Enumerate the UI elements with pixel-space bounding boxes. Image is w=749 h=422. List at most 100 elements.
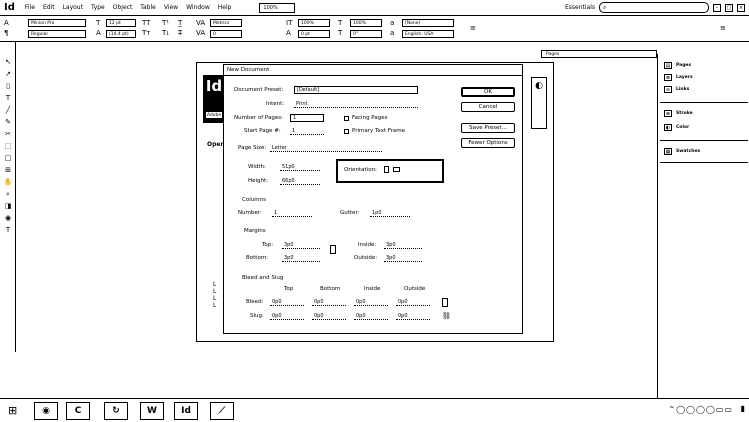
- slug-outside-field[interactable]: 0p0: [396, 312, 430, 320]
- subscript-icon[interactable]: T₁: [162, 29, 169, 37]
- tracking-field[interactable]: 0: [210, 30, 242, 38]
- apply-color-icon[interactable]: ◉: [3, 214, 13, 223]
- margin-inside-field[interactable]: 3p0: [384, 241, 422, 249]
- margin-top-field[interactable]: 3p0: [282, 241, 320, 249]
- formatting-text-icon[interactable]: T: [3, 226, 13, 235]
- bleed-top-field[interactable]: 0p0: [270, 298, 304, 306]
- landscape-orientation-icon[interactable]: [393, 167, 400, 172]
- paragraph-align-icon[interactable]: ≡: [470, 24, 476, 32]
- page-size-select[interactable]: Letter: [270, 144, 382, 152]
- free-transform-tool-icon[interactable]: ⊞: [3, 166, 13, 175]
- dialog-titlebar[interactable]: New Document: [224, 65, 522, 76]
- portrait-orientation-icon[interactable]: [384, 166, 389, 173]
- taskbar-app-indesign-icon[interactable]: Id: [174, 402, 198, 420]
- direct-selection-tool-icon[interactable]: ↗: [3, 70, 13, 79]
- minimize-button[interactable]: –: [713, 3, 721, 12]
- margin-outside-field[interactable]: 3p0: [384, 254, 422, 262]
- scissors-tool-icon[interactable]: ✂: [3, 130, 13, 139]
- bleed-bottom-field[interactable]: 0p0: [312, 298, 346, 306]
- pencil-tool-icon[interactable]: ✎: [3, 118, 13, 127]
- maximize-button[interactable]: □: [725, 3, 733, 12]
- menu-view[interactable]: View: [160, 4, 182, 11]
- slug-bottom-field[interactable]: 0p0: [312, 312, 346, 320]
- document-preset-select[interactable]: [Default]: [294, 86, 418, 94]
- menu-help[interactable]: Help: [214, 4, 236, 11]
- hand-tool-icon[interactable]: ✋: [3, 178, 13, 187]
- menu-file[interactable]: File: [21, 4, 39, 11]
- fewer-options-button[interactable]: Fewer Options: [461, 138, 515, 148]
- menu-object[interactable]: Object: [109, 4, 137, 11]
- selection-tool-icon[interactable]: ↖: [3, 58, 13, 67]
- horizontal-scale-field[interactable]: 100%: [350, 19, 382, 27]
- type-tool-icon[interactable]: T: [3, 94, 13, 103]
- facing-pages-checkbox[interactable]: [344, 116, 349, 121]
- show-desktop-icon[interactable]: ▮: [741, 404, 745, 413]
- kerning-field[interactable]: Metrics: [210, 19, 242, 27]
- taskbar-app-chrome-icon[interactable]: ◉: [34, 402, 58, 420]
- margin-link-chain-icon[interactable]: [330, 245, 336, 254]
- panel-menu-icon[interactable]: ≡: [720, 24, 726, 32]
- panel-item-links[interactable]: ∞ Links: [664, 86, 689, 93]
- slug-top-field[interactable]: 0p0: [270, 312, 304, 320]
- menu-type[interactable]: Type: [87, 4, 109, 11]
- menu-window[interactable]: Window: [182, 4, 214, 11]
- taskbar-app-refresh-icon[interactable]: ↻: [104, 402, 128, 420]
- zoom-level-field[interactable]: 100%: [259, 2, 296, 13]
- taskbar-app-misc-icon[interactable]: ⟋: [210, 402, 234, 420]
- search-input[interactable]: ⌕: [599, 2, 709, 13]
- zoom-tool-icon[interactable]: ⌕: [3, 190, 13, 199]
- font-family-select[interactable]: Minion Pro: [28, 19, 86, 27]
- baseline-shift-field[interactable]: 0 pt: [298, 30, 330, 38]
- rectangle-tool-icon[interactable]: □: [3, 154, 13, 163]
- panel-item-color[interactable]: ◐ Color: [664, 124, 689, 131]
- all-caps-icon[interactable]: TT: [142, 19, 150, 27]
- taskbar-app-ccleaner-icon[interactable]: C: [66, 402, 90, 420]
- font-style-select[interactable]: Regular: [28, 30, 86, 38]
- font-size-field[interactable]: 12 pt: [106, 19, 136, 27]
- save-preset-button[interactable]: Save Preset...: [461, 123, 515, 133]
- menu-table[interactable]: Table: [136, 4, 160, 11]
- margin-bottom-field[interactable]: 3p0: [282, 254, 320, 262]
- primary-text-frame-checkbox[interactable]: [344, 129, 349, 134]
- panel-item-layers[interactable]: ≋ Layers: [664, 74, 693, 81]
- fill-stroke-icon[interactable]: ◨: [3, 202, 13, 211]
- cancel-button[interactable]: Cancel: [461, 102, 515, 112]
- ok-button[interactable]: OK: [461, 87, 515, 97]
- page-tool-icon[interactable]: ▯: [3, 82, 13, 91]
- workspace-switcher[interactable]: Essentials: [565, 4, 595, 11]
- line-tool-icon[interactable]: ╱: [3, 106, 13, 115]
- bleed-link-chain-icon[interactable]: [442, 298, 448, 307]
- panel-item-swatches[interactable]: ▦ Swatches: [664, 148, 700, 155]
- start-page-field[interactable]: 1: [290, 127, 324, 135]
- slug-inside-field[interactable]: 0p0: [354, 312, 388, 320]
- skew-field[interactable]: 0°: [350, 30, 382, 38]
- menu-layout[interactable]: Layout: [59, 4, 87, 11]
- superscript-icon[interactable]: T¹: [162, 19, 169, 27]
- strikethrough-icon[interactable]: T̶: [178, 29, 182, 37]
- bleed-inside-field[interactable]: 0p0: [354, 298, 388, 306]
- underline-icon[interactable]: T̲: [178, 19, 182, 27]
- language-select[interactable]: English: USA: [402, 30, 454, 38]
- panel-item-pages[interactable]: ▤ Pages: [664, 62, 691, 69]
- rectangle-frame-tool-icon[interactable]: ⬚: [3, 142, 13, 151]
- columns-number-field[interactable]: 1: [272, 209, 312, 217]
- character-style-select[interactable]: [None]: [402, 19, 454, 27]
- menu-edit[interactable]: Edit: [39, 4, 59, 11]
- character-mode-icon[interactable]: A: [4, 19, 9, 27]
- leading-field[interactable]: (14.4 pt): [106, 30, 136, 38]
- system-tray-icons[interactable]: ⌃◯◯◯◯▭▭: [668, 405, 733, 414]
- small-caps-icon[interactable]: Tᴛ: [142, 29, 150, 37]
- vertical-scale-field[interactable]: 100%: [298, 19, 330, 27]
- bleed-outside-field[interactable]: 0p0: [396, 298, 430, 306]
- gutter-field[interactable]: 1p0: [370, 209, 410, 217]
- slug-link-chain-icon[interactable]: ⛓: [442, 312, 451, 320]
- close-button[interactable]: ×: [737, 3, 745, 12]
- start-button-icon[interactable]: ⊞: [8, 404, 17, 417]
- height-field[interactable]: 66p0: [280, 177, 320, 185]
- panel-item-stroke[interactable]: ≡ Stroke: [664, 110, 693, 117]
- intent-select[interactable]: Print: [294, 100, 418, 108]
- width-field[interactable]: 51p0: [280, 163, 320, 171]
- taskbar-app-word-icon[interactable]: W: [140, 402, 164, 420]
- num-pages-field[interactable]: 1: [290, 114, 324, 122]
- panel-dock-tab[interactable]: Pages: [541, 50, 657, 58]
